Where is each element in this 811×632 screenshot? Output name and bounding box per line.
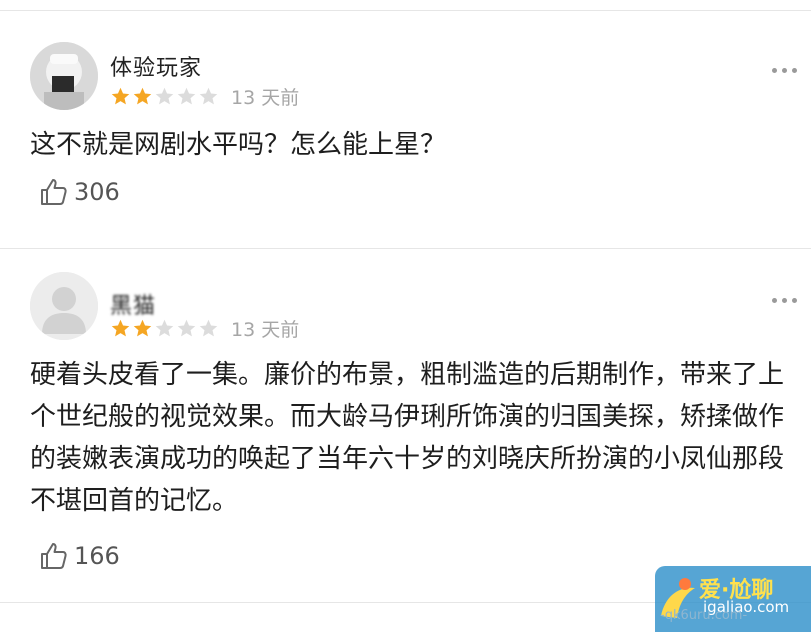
more-options-button[interactable] [772, 298, 797, 303]
more-dot-icon [772, 68, 777, 73]
top-divider [0, 10, 811, 11]
like-button[interactable]: 306 [38, 176, 120, 208]
star-empty-icon [154, 318, 175, 339]
username[interactable]: 体验玩家 [110, 50, 202, 82]
statue-avatar-icon [30, 42, 98, 110]
star-rating [110, 318, 219, 339]
user-avatar[interactable] [30, 272, 98, 340]
more-dot-icon [782, 298, 787, 303]
more-dot-icon [792, 298, 797, 303]
star-empty-icon [198, 86, 219, 107]
star-empty-icon [176, 86, 197, 107]
star-empty-icon [176, 318, 197, 339]
comment-meta: 13 天前 [110, 84, 300, 109]
star-filled-icon [132, 318, 153, 339]
star-filled-icon [110, 86, 131, 107]
star-empty-icon [154, 86, 175, 107]
user-avatar[interactable] [30, 42, 98, 110]
like-count: 166 [74, 542, 120, 570]
comment-divider [0, 248, 811, 249]
like-count: 306 [74, 178, 120, 206]
comment-text: 硬着头皮看了一集。廉价的布景，粗制滥造的后期制作，带来了上个世纪般的视觉效果。而… [30, 360, 785, 516]
like-button[interactable]: 166 [38, 540, 120, 572]
default-user-avatar-icon [30, 272, 98, 340]
star-rating [110, 86, 219, 107]
star-filled-icon [110, 318, 131, 339]
comment-time: 13 天前 [231, 86, 300, 109]
more-dot-icon [772, 298, 777, 303]
more-options-button[interactable] [772, 68, 797, 73]
comment-time: 13 天前 [231, 318, 300, 341]
more-dot-icon [782, 68, 787, 73]
comment-meta: 13 天前 [110, 316, 300, 341]
star-empty-icon [198, 318, 219, 339]
comment-text: 这不就是网剧水平吗？怎么能上星？ [30, 130, 447, 160]
star-filled-icon [132, 86, 153, 107]
watermark-sub-url: -qk6uru.com- [660, 608, 748, 623]
thumbs-up-icon [41, 179, 67, 205]
more-dot-icon [792, 68, 797, 73]
thumbs-up-icon [41, 543, 67, 569]
